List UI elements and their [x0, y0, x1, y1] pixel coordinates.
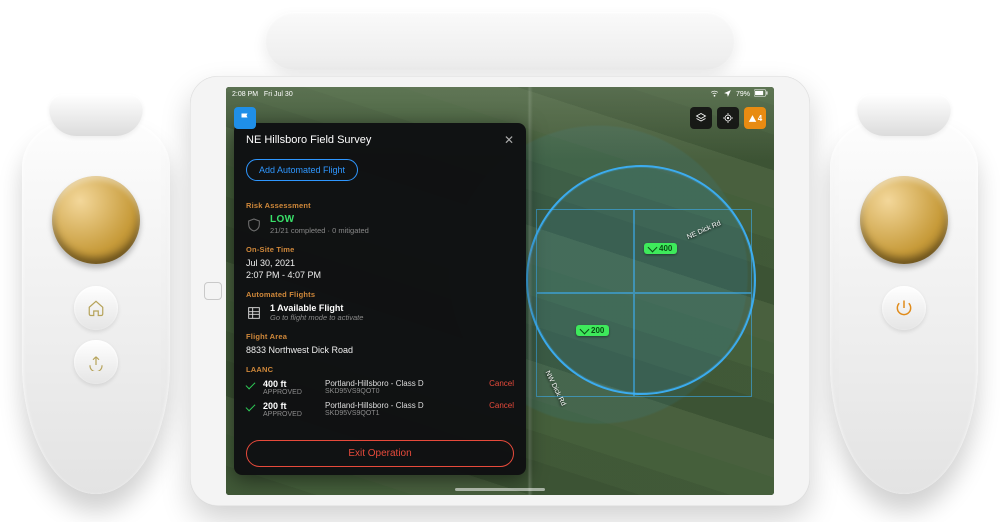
status-time: 2:08 PM	[232, 91, 258, 98]
laanc-status: APPROVED	[263, 389, 317, 396]
tablet-device: 2:08 PM Fri Jul 30 79%	[190, 76, 810, 506]
close-icon[interactable]: ✕	[504, 133, 514, 147]
risk-detail: 21/21 completed · 0 mitigated	[270, 226, 369, 235]
status-date: Fri Jul 30	[264, 91, 293, 98]
flight-area-circle[interactable]	[526, 165, 756, 395]
section-area-label: Flight Area	[246, 332, 514, 341]
map-toolbar: 4	[690, 107, 766, 129]
grid-cell	[634, 293, 752, 397]
layers-button[interactable]	[690, 107, 712, 129]
check-icon	[246, 402, 256, 412]
road-label: NE Dick Rd	[686, 220, 722, 241]
panel-title: NE Hillsboro Field Survey	[246, 134, 371, 146]
shield-icon	[246, 217, 262, 233]
flight-path-icon	[246, 305, 262, 321]
section-risk-label: Risk Assessment	[246, 201, 514, 210]
laanc-alt: 200 ft	[263, 401, 317, 411]
laanc-row: 400 ft APPROVED Portland-Hillsboro - Cla…	[246, 379, 514, 396]
locate-button[interactable]	[717, 107, 739, 129]
section-automated-label: Automated Flights	[246, 290, 514, 299]
check-icon	[246, 380, 256, 390]
risk-level: LOW	[270, 214, 369, 225]
grid-cell	[634, 209, 752, 293]
flight-area-address: 8833 Northwest Dick Road	[246, 345, 514, 355]
laanc-id: SKD95VS9QOT1	[325, 410, 481, 417]
laanc-airspace: Portland-Hillsboro - Class D	[325, 379, 481, 388]
laanc-id: SKD95VS9QOT0	[325, 388, 481, 395]
power-button[interactable]	[882, 286, 926, 330]
right-trigger[interactable]	[857, 94, 951, 136]
laanc-cancel-link[interactable]: Cancel	[489, 401, 514, 410]
section-onsite-label: On-Site Time	[246, 245, 514, 254]
mission-flag-button[interactable]	[234, 107, 256, 129]
onsite-range: 2:07 PM - 4:07 PM	[246, 270, 514, 280]
controller-grip-left	[22, 118, 170, 494]
mission-panel: NE Hillsboro Field Survey ✕ Add Automate…	[234, 123, 526, 475]
laanc-cancel-link[interactable]: Cancel	[489, 379, 514, 388]
left-trigger[interactable]	[49, 94, 143, 136]
laanc-status: APPROVED	[263, 411, 317, 418]
controller-antenna	[265, 12, 735, 70]
onsite-date: Jul 30, 2021	[246, 258, 514, 268]
road-label: NW Dick Rd	[544, 370, 567, 407]
left-joystick[interactable]	[52, 176, 140, 264]
altitude-marker-200[interactable]: 200	[576, 325, 609, 336]
home-button[interactable]	[74, 286, 118, 330]
wifi-icon	[710, 89, 719, 100]
laanc-alt: 400 ft	[263, 379, 317, 389]
altitude-marker-400[interactable]: 400	[644, 243, 677, 254]
right-joystick[interactable]	[860, 176, 948, 264]
status-bar: 2:08 PM Fri Jul 30 79%	[226, 87, 774, 101]
automated-flight-sub: Go to flight mode to activate	[270, 313, 363, 322]
grid-cell	[536, 209, 634, 293]
controller-grip-right	[830, 118, 978, 494]
alerts-count: 4	[758, 114, 762, 123]
status-battery: 79%	[736, 91, 750, 98]
upload-button[interactable]	[74, 340, 118, 384]
battery-icon	[754, 89, 768, 99]
gps-icon	[723, 89, 732, 100]
section-laanc-label: LAANC	[246, 365, 514, 374]
alerts-button[interactable]: 4	[744, 107, 766, 129]
tablet-home-button[interactable]	[204, 282, 222, 300]
laanc-row: 200 ft APPROVED Portland-Hillsboro - Cla…	[246, 401, 514, 418]
grid-cell	[536, 293, 634, 397]
home-indicator[interactable]	[455, 488, 545, 491]
add-automated-flight-button[interactable]: Add Automated Flight	[246, 159, 358, 181]
automated-flight-title: 1 Available Flight	[270, 303, 363, 313]
laanc-airspace: Portland-Hillsboro - Class D	[325, 401, 481, 410]
exit-operation-button[interactable]: Exit Operation	[246, 440, 514, 467]
app-screen: 2:08 PM Fri Jul 30 79%	[226, 87, 774, 495]
